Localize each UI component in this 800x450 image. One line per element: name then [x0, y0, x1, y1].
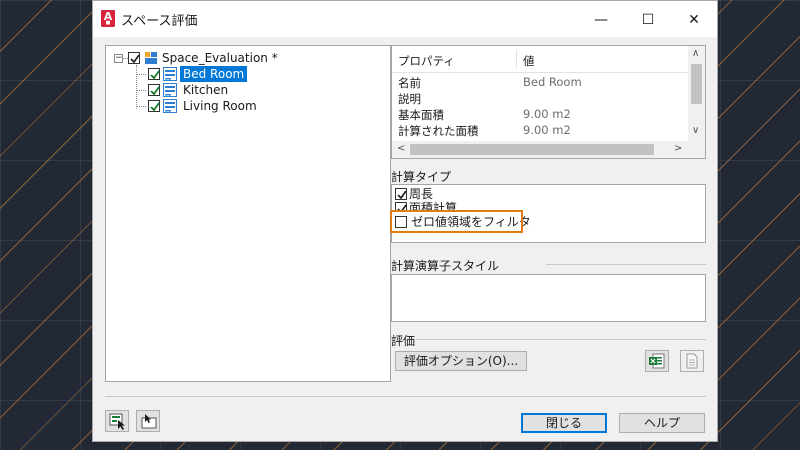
title-bar[interactable]: A ■ スペース評価 — ☐ ✕: [93, 1, 717, 37]
minimize-button[interactable]: —: [581, 7, 621, 33]
export-document-button[interactable]: [680, 350, 704, 372]
tree-root-label: Space_Evaluation *: [162, 51, 278, 65]
space-evaluation-icon: [145, 52, 157, 64]
pick-point-icon: [141, 414, 157, 429]
checkmark-icon: [397, 204, 407, 210]
calc-type-label: 計算タイプ: [391, 170, 452, 184]
horizontal-scroll-thumb[interactable]: [410, 144, 654, 155]
maximize-icon: ☐: [641, 12, 655, 28]
autocad-app-icon: A ■: [101, 10, 115, 27]
bed-room-checkbox[interactable]: [148, 68, 160, 80]
column-header-property[interactable]: プロパティ: [398, 53, 455, 69]
select-cursor-icon: [109, 413, 125, 430]
close-icon: ✕: [688, 12, 700, 28]
tree-item-living-room[interactable]: Living Room: [148, 98, 388, 114]
tree-item-label: Living Room: [183, 99, 257, 113]
highlight-box: [390, 210, 523, 233]
checkmark-icon: [150, 86, 160, 96]
maximize-button[interactable]: ☐: [628, 7, 668, 33]
column-header-value[interactable]: 値: [523, 53, 535, 69]
living-room-checkbox[interactable]: [148, 100, 160, 112]
checkmark-icon: [150, 70, 160, 80]
scroll-right-icon[interactable]: >: [674, 143, 682, 154]
scroll-up-icon[interactable]: ∧: [692, 48, 699, 59]
close-button[interactable]: 閉じる: [521, 413, 607, 433]
operator-style-label: 計算演算子スタイル: [391, 259, 500, 273]
excel-icon: [649, 353, 665, 369]
operator-style-list[interactable]: [391, 274, 706, 322]
tree-root-checkbox[interactable]: [128, 52, 140, 64]
select-spaces-button[interactable]: [105, 410, 129, 432]
tree-item-label: Bed Room: [180, 66, 248, 82]
evaluation-label: 評価: [391, 334, 416, 348]
pick-point-button[interactable]: [136, 410, 160, 432]
tree-item-label: Kitchen: [183, 83, 229, 97]
checkmark-icon: [130, 54, 140, 64]
space-icon: [163, 99, 177, 113]
checkmark-icon: [397, 190, 407, 200]
document-icon: [686, 353, 698, 369]
export-excel-button[interactable]: [645, 350, 669, 372]
help-button[interactable]: ヘルプ: [619, 413, 705, 433]
area-calc-checkbox[interactable]: [395, 202, 407, 210]
space-icon: [163, 83, 177, 97]
space-icon: [163, 67, 177, 81]
close-window-button[interactable]: ✕: [674, 7, 714, 33]
property-table[interactable]: プロパティ 値 名前 Bed Room 説明 基本面積 9.00 m2 計算され…: [391, 45, 706, 159]
property-table-header: プロパティ 値: [392, 46, 688, 73]
horizontal-scrollbar[interactable]: < >: [392, 141, 688, 158]
perimeter-checkbox[interactable]: [395, 188, 407, 200]
vertical-scrollbar[interactable]: ∧ ∨: [688, 46, 705, 141]
tree-item-kitchen[interactable]: Kitchen: [148, 82, 388, 98]
tree-expander-icon[interactable]: −: [114, 54, 123, 63]
space-tree-panel[interactable]: − Space_Evaluation * Bed Room Kitchen Li…: [105, 45, 391, 382]
minimize-icon: —: [594, 12, 608, 28]
tree-root-row[interactable]: − Space_Evaluation *: [114, 50, 384, 66]
window-title: スペース評価: [121, 14, 198, 29]
evaluation-options-button[interactable]: 評価オプション(O)...: [395, 351, 527, 371]
scroll-left-icon[interactable]: <: [397, 143, 405, 154]
kitchen-checkbox[interactable]: [148, 84, 160, 96]
space-evaluation-dialog: A ■ スペース評価 — ☐ ✕ − Space_Evaluation * Be…: [92, 0, 718, 442]
vertical-scroll-thumb[interactable]: [691, 64, 702, 104]
checkmark-icon: [150, 102, 160, 112]
tree-item-bed-room[interactable]: Bed Room: [148, 66, 388, 82]
scroll-down-icon[interactable]: ∨: [692, 125, 699, 136]
